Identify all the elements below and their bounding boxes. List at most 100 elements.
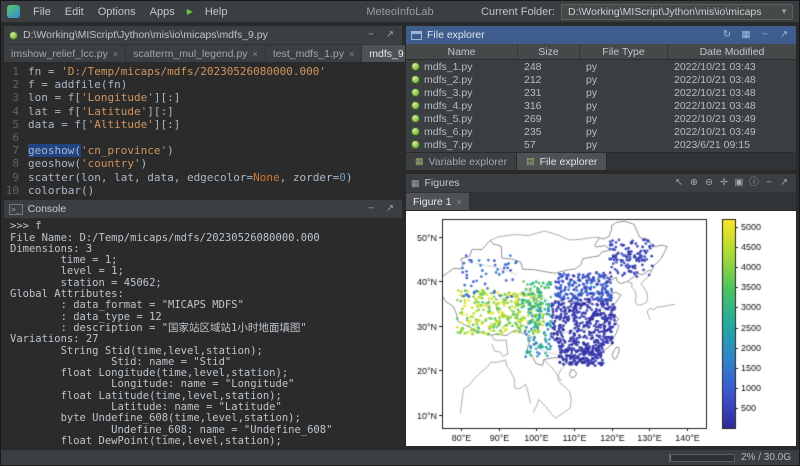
menu-bar: FileEditOptionsApps▶Help MeteoInfoLab Cu… <box>1 1 799 23</box>
save-icon[interactable]: ▣ <box>732 176 746 190</box>
figure-tabbar: Figure 1 × <box>406 192 796 211</box>
file-name: mdfs_1.py <box>424 61 472 73</box>
folder-icon: ▤ <box>526 156 535 167</box>
code-line: 2f = addfile(fn) <box>4 78 402 91</box>
menu-apps[interactable]: Apps <box>143 4 182 20</box>
code-line: 6 <box>4 131 402 144</box>
tab-close-icon[interactable]: × <box>253 49 258 59</box>
code-line: 7geoshow('cn_province') <box>4 144 402 157</box>
line-number: 8 <box>4 157 28 170</box>
file-type: py <box>580 87 668 99</box>
console-line: >>> f <box>10 221 396 232</box>
figure-tab[interactable]: Figure 1 × <box>406 193 469 210</box>
left-column: D:\Working\MIScript\Jython\mis\io\micaps… <box>3 25 403 447</box>
console-output[interactable]: var data can be accessed with class Mete… <box>4 218 402 446</box>
explorer-minimize-icon[interactable]: − <box>758 28 772 42</box>
console-float-icon[interactable]: ↗ <box>383 202 397 216</box>
figure-plot-area <box>406 211 796 446</box>
console-icon: >_ <box>9 204 23 215</box>
file-date: 2022/10/21 03:49 <box>668 126 796 138</box>
editor-minimize-icon[interactable]: − <box>364 28 378 42</box>
code-editor[interactable]: 1fn = 'D:/Temp/micaps/mdfs/2023052608000… <box>4 63 402 196</box>
file-size: 269 <box>518 113 580 125</box>
column-name[interactable]: Name <box>406 44 518 59</box>
select-arrow-icon[interactable]: ↖ <box>672 176 686 190</box>
figure-tab-label: Figure 1 <box>413 196 452 208</box>
tab-close-icon[interactable]: × <box>457 197 462 207</box>
file-date: 2022/10/21 03:49 <box>668 113 796 125</box>
table-row[interactable]: mdfs_5.py269py2022/10/21 03:49 <box>406 112 796 125</box>
figures-float-icon[interactable]: ↗ <box>777 176 791 190</box>
menu-options[interactable]: Options <box>91 4 143 20</box>
current-folder-select[interactable]: D:\Working\MIScript\Jython\mis\io\micaps… <box>561 4 793 20</box>
tab-close-icon[interactable]: × <box>349 49 354 59</box>
file-size: 212 <box>518 74 580 86</box>
code-line: 1fn = 'D:/Temp/micaps/mdfs/2023052608000… <box>4 65 402 78</box>
python-file-icon <box>411 101 420 110</box>
python-file-icon <box>411 75 420 84</box>
tab-label: test_mdfs_1.py <box>273 48 344 60</box>
file-name: mdfs_6.py <box>424 126 472 138</box>
code-line: 9scatter(lon, lat, data, edgecolor=None,… <box>4 171 402 184</box>
editor-tab[interactable]: test_mdfs_1.py × <box>266 45 361 62</box>
table-row[interactable]: mdfs_7.py57py2023/6/21 09:15 <box>406 138 796 151</box>
file-name-cell: mdfs_1.py <box>406 61 518 73</box>
table-row[interactable]: mdfs_4.py316py2022/10/21 03:48 <box>406 99 796 112</box>
file-explorer-title: File explorer <box>427 29 485 41</box>
selected-text: geoshow( <box>28 144 81 157</box>
chevron-down-icon: ▼ <box>780 7 788 16</box>
zoom-in-icon[interactable]: ⊕ <box>687 176 701 190</box>
tab-file-explorer[interactable]: ▤ File explorer <box>517 153 607 170</box>
app-logo-icon <box>7 5 20 18</box>
python-file-icon <box>411 114 420 123</box>
memory-progress-bar[interactable] <box>669 454 735 462</box>
pan-icon[interactable]: ✛ <box>717 176 731 190</box>
console-header: >_ Console − ↗ <box>4 200 402 218</box>
menu-items: FileEditOptionsApps▶Help <box>26 4 234 20</box>
figures-title: Figures <box>425 177 460 189</box>
console-line: : data_format = "MICAPS MDFS" <box>10 300 396 311</box>
console-line: byte Undefine_608(time,level,station); <box>10 413 396 424</box>
refresh-icon[interactable]: ↻ <box>720 28 734 42</box>
editor-float-icon[interactable]: ↗ <box>383 28 397 42</box>
figures-minimize-icon[interactable]: − <box>762 176 776 190</box>
column-date-modified[interactable]: Date Modified <box>668 44 796 59</box>
editor-tab[interactable]: scatterm_mul_legend.py× <box>126 45 265 62</box>
main-area: D:\Working\MIScript\Jython\mis\io\micaps… <box>1 23 799 449</box>
figure-canvas[interactable] <box>406 211 796 446</box>
memory-progress-fill <box>670 455 671 461</box>
file-date: 2022/10/21 03:43 <box>668 61 796 73</box>
table-row[interactable]: mdfs_1.py248py2022/10/21 03:43 <box>406 60 796 73</box>
file-explorer-header: File explorer ↻ ▦ − ↗ <box>406 26 796 44</box>
run-icon[interactable]: ▶ <box>182 7 198 16</box>
tab-variable-explorer[interactable]: ▦ Variable explorer <box>406 153 517 170</box>
line-number: 5 <box>4 118 28 131</box>
editor-tab[interactable]: imshow_relief_lcc.py× <box>4 45 125 62</box>
table-row[interactable]: mdfs_2.py212py2022/10/21 03:48 <box>406 73 796 86</box>
console-clipped-line: var data can be accessed with class Mete… <box>10 218 396 221</box>
zoom-out-icon[interactable]: ⊖ <box>702 176 716 190</box>
console-minimize-icon[interactable]: − <box>364 202 378 216</box>
file-name: mdfs_7.py <box>424 139 472 151</box>
table-row[interactable]: mdfs_3.py231py2022/10/21 03:48 <box>406 86 796 99</box>
column-file-type[interactable]: File Type <box>580 44 668 59</box>
menu-file[interactable]: File <box>26 4 58 20</box>
file-name-cell: mdfs_4.py <box>406 100 518 112</box>
editor-panel: D:\Working\MIScript\Jython\mis\io\micaps… <box>3 25 403 197</box>
table-row[interactable]: mdfs_6.py235py2022/10/21 03:49 <box>406 125 796 138</box>
file-name-cell: mdfs_5.py <box>406 113 518 125</box>
explorer-float-icon[interactable]: ↗ <box>777 28 791 42</box>
line-number: 9 <box>4 171 28 184</box>
tab-close-icon[interactable]: × <box>113 49 118 59</box>
file-table-header[interactable]: Name Size File Type Date Modified <box>406 44 796 60</box>
menu-help[interactable]: Help <box>198 4 235 20</box>
figures-header: ▦ Figures ↖ ⊕ ⊖ ✛ ▣ ⓘ − ↗ <box>406 174 796 192</box>
code-text: geoshow('country') <box>28 157 147 170</box>
file-name: mdfs_3.py <box>424 87 472 99</box>
grid-icon[interactable]: ▦ <box>739 28 753 42</box>
code-text: fn = 'D:/Temp/micaps/mdfs/20230526080000… <box>28 65 326 78</box>
info-icon[interactable]: ⓘ <box>747 176 761 190</box>
menu-edit[interactable]: Edit <box>58 4 91 20</box>
app-title: MeteoInfoLab <box>366 6 433 18</box>
column-size[interactable]: Size <box>518 44 580 59</box>
